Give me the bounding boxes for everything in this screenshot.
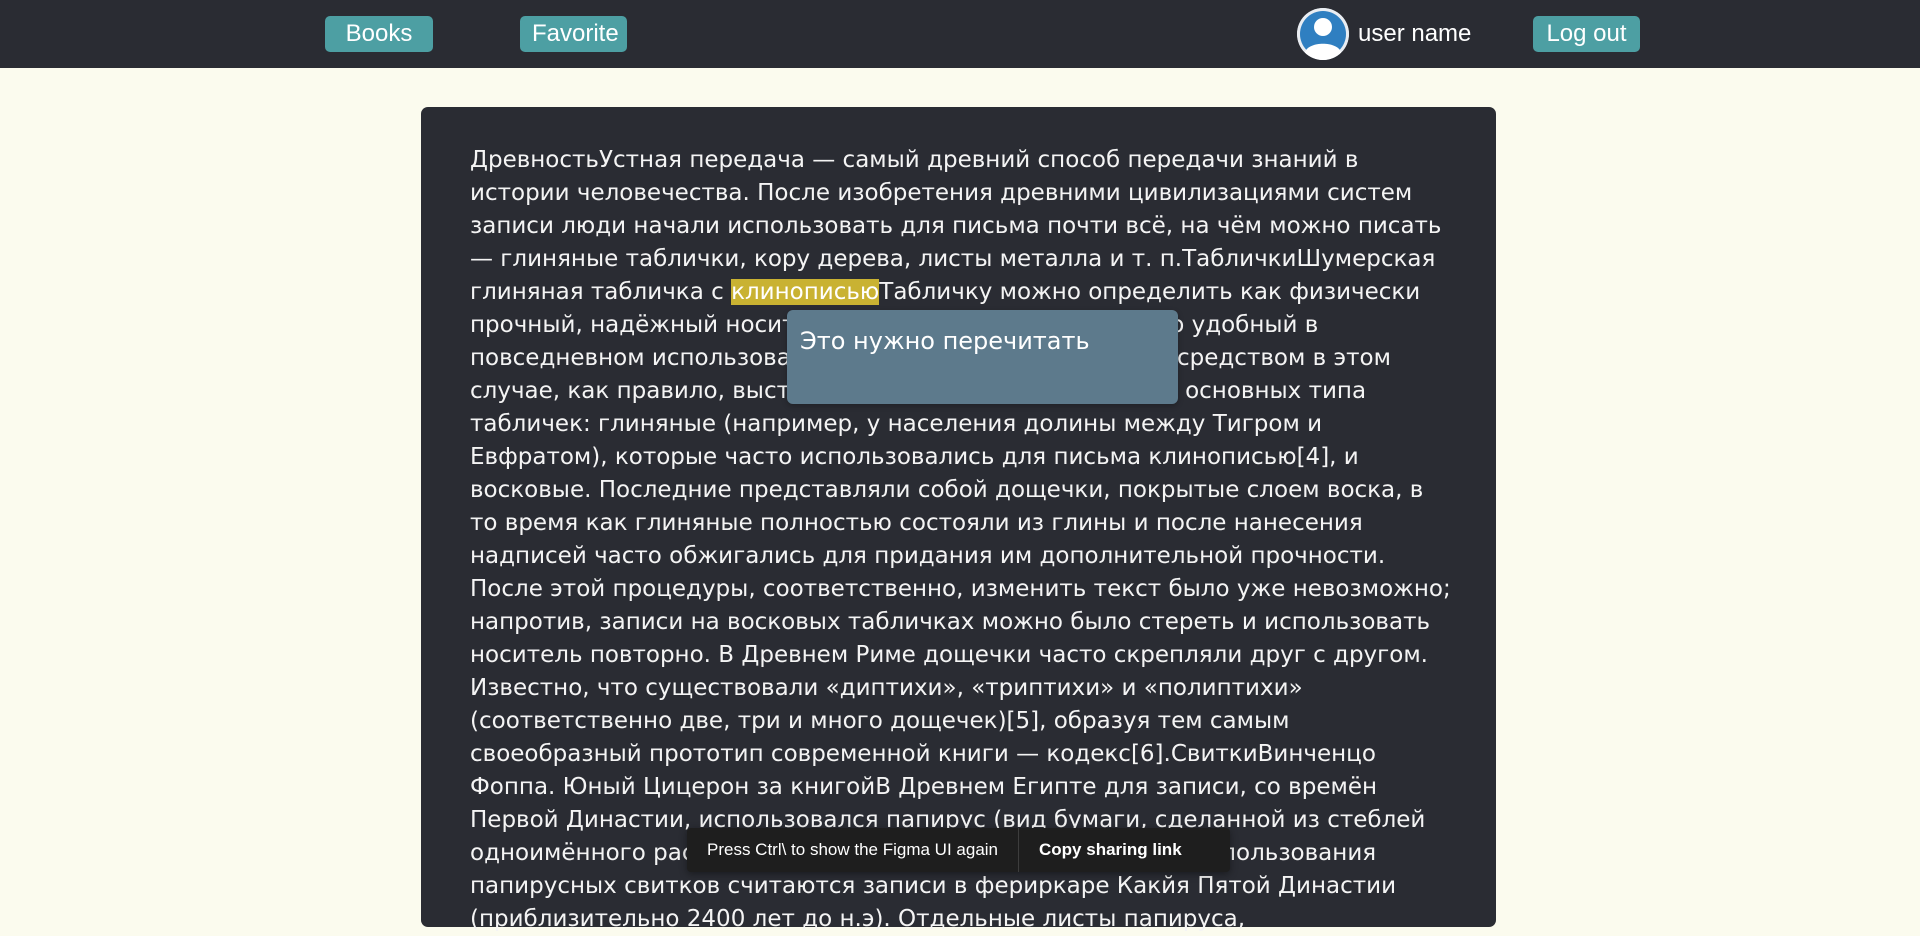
book-text[interactable]: ДревностьУстная передача — самый древний…: [470, 144, 1452, 936]
figma-toast-bar: Press Ctrl\ to show the Figma UI again C…: [687, 828, 1230, 872]
favorite-button[interactable]: Favorite: [520, 16, 627, 52]
top-navigation-bar: Books Favorite user name Log out: [0, 0, 1920, 68]
user-name-label: user name: [1358, 20, 1472, 47]
logout-button[interactable]: Log out: [1533, 16, 1640, 52]
book-reader-panel: ДревностьУстная передача — самый древний…: [421, 107, 1496, 932]
user-avatar-icon[interactable]: [1297, 8, 1349, 60]
figma-ui-hint: Press Ctrl\ to show the Figma UI again: [707, 840, 999, 859]
copy-sharing-link-button[interactable]: Copy sharing link: [1019, 840, 1202, 860]
note-popup[interactable]: Это нужно перечитать: [787, 310, 1178, 404]
note-text: Это нужно перечитать: [800, 327, 1090, 355]
books-button[interactable]: Books: [325, 16, 433, 52]
highlighted-text[interactable]: клинописью: [731, 279, 880, 305]
